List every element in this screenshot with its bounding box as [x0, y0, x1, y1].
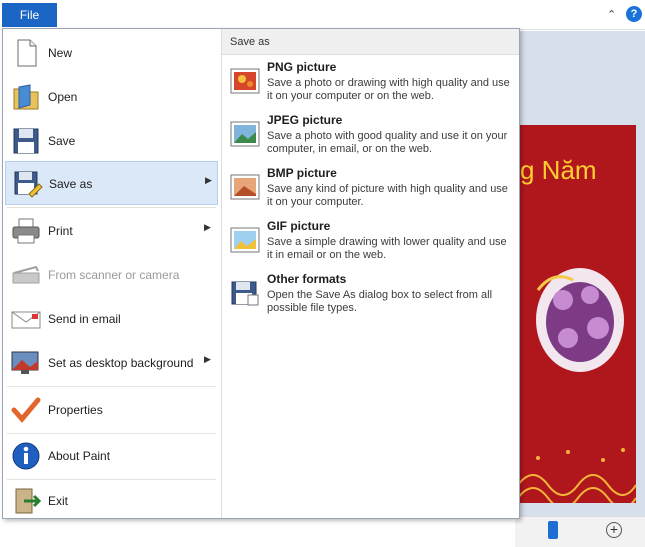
save-as-bmp[interactable]: BMP picture Save any kind of picture wit… — [227, 166, 515, 218]
save-as-other-formats[interactable]: Other formats Open the Save As dialog bo… — [227, 272, 515, 324]
save-as-gif[interactable]: GIF picture Save a simple drawing with l… — [227, 219, 515, 271]
help-icon[interactable]: ? — [626, 6, 642, 22]
save-as-heading: Save as — [230, 36, 270, 48]
zoom-slider-thumb[interactable] — [548, 521, 558, 539]
option-title: PNG picture — [267, 60, 337, 74]
option-description: Save a photo with good quality and use i… — [267, 130, 508, 155]
file-menu-commands: New Open Save Save as ▶ Print ▶ From sca… — [3, 29, 220, 518]
option-description: Save a photo or drawing with high qualit… — [267, 77, 510, 102]
option-title: Other formats — [267, 272, 347, 286]
open-folder-icon — [13, 84, 39, 110]
menu-item-label: Open — [48, 90, 78, 104]
save-as-png[interactable]: PNG picture Save a photo or drawing with… — [227, 60, 515, 112]
printer-icon — [12, 218, 40, 244]
save-as-icon — [14, 171, 43, 198]
menu-item-open[interactable]: Open — [5, 75, 218, 119]
menu-item-label: Set as desktop background — [48, 356, 194, 370]
menu-item-label: Send in email — [48, 312, 121, 326]
minimize-ribbon-icon[interactable]: ⌃ — [607, 8, 616, 21]
title-bar: File ⌃ ? — [0, 0, 645, 30]
zoom-in-icon[interactable]: + — [606, 522, 622, 538]
status-bar — [515, 516, 645, 547]
menu-item-send-email[interactable]: Send in email — [5, 297, 218, 341]
email-icon — [11, 311, 41, 329]
option-description: Save any kind of picture with high quali… — [267, 183, 508, 208]
separator — [7, 207, 216, 208]
menu-item-label: Save — [48, 134, 76, 148]
menu-item-label: Exit — [48, 494, 69, 508]
info-icon — [12, 442, 40, 470]
scanner-icon — [12, 265, 40, 284]
bmp-picture-icon — [230, 174, 260, 200]
checkmark-icon — [11, 397, 41, 423]
file-menu: New Open Save Save as ▶ Print ▶ From sca… — [2, 28, 520, 519]
menu-item-label: Properties — [48, 403, 103, 417]
menu-item-label: From scanner or camera — [48, 268, 180, 282]
exit-icon — [15, 488, 42, 514]
menu-item-label: New — [48, 46, 73, 60]
menu-item-properties[interactable]: Properties — [5, 388, 218, 432]
option-description: Save a simple drawing with lower quality… — [267, 236, 507, 261]
menu-item-label: Save as — [49, 177, 93, 191]
separator — [7, 386, 216, 387]
menu-item-print[interactable]: Print ▶ — [5, 209, 218, 253]
option-title: GIF picture — [267, 219, 331, 233]
menu-item-save-as[interactable]: Save as ▶ — [5, 161, 218, 205]
submenu-arrow-icon: ▶ — [204, 354, 211, 364]
jpeg-picture-icon — [230, 121, 260, 147]
save-as-panel: Save as PNG picture Save a photo or draw… — [222, 29, 519, 518]
menu-item-about[interactable]: About Paint — [5, 434, 218, 478]
option-description: Open the Save As dialog box to select fr… — [267, 289, 493, 314]
option-title: JPEG picture — [267, 113, 343, 127]
submenu-arrow-icon: ▶ — [204, 222, 211, 232]
gif-picture-icon — [230, 227, 260, 253]
option-title: BMP picture — [267, 166, 337, 180]
save-disk-icon — [13, 128, 39, 154]
submenu-arrow-icon: ▶ — [205, 175, 212, 185]
new-file-icon — [17, 39, 37, 67]
pattern-image — [518, 440, 636, 503]
menu-item-label: About Paint — [48, 449, 111, 463]
menu-item-new[interactable]: New — [5, 31, 218, 75]
save-as-header: Save as — [222, 29, 519, 55]
menu-item-save[interactable]: Save — [5, 119, 218, 163]
save-as-jpeg[interactable]: JPEG picture Save a photo with good qual… — [227, 113, 515, 165]
desktop-background-icon — [11, 351, 39, 374]
menu-item-from-scanner: From scanner or camera — [5, 253, 218, 297]
other-formats-icon — [231, 281, 259, 306]
file-tab[interactable]: File — [2, 3, 57, 27]
lion-image — [536, 268, 624, 372]
menu-item-exit[interactable]: Exit — [5, 479, 218, 523]
canvas-text: g Năm — [520, 155, 597, 185]
menu-item-label: Print — [48, 224, 73, 238]
png-picture-icon — [230, 68, 260, 94]
menu-item-desktop-background[interactable]: Set as desktop background ▶ — [5, 341, 218, 385]
